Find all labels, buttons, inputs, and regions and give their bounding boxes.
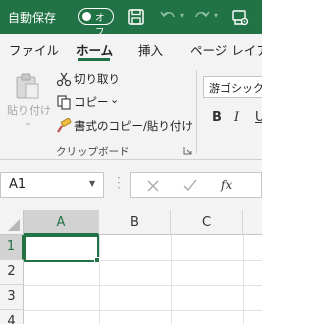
column-header-c[interactable]: C bbox=[171, 210, 243, 235]
row-header-1[interactable]: 1 bbox=[0, 235, 24, 260]
enter-check-icon[interactable] bbox=[183, 179, 197, 192]
name-box[interactable]: A1 ▼ bbox=[0, 172, 104, 198]
active-tab-indicator bbox=[78, 58, 110, 61]
paste-dropdown-icon[interactable]: ⌄ bbox=[24, 118, 32, 128]
name-box-dropdown-icon[interactable]: ▼ bbox=[89, 179, 95, 188]
fill-handle[interactable] bbox=[94, 257, 100, 263]
format-painter-button[interactable]: 書式のコピー/貼り付け bbox=[74, 118, 193, 134]
cancel-icon[interactable] bbox=[147, 180, 159, 192]
group-separator bbox=[196, 70, 197, 154]
tab-page-layout[interactable]: ページ レイアウ bbox=[190, 40, 262, 59]
row-header-3[interactable]: 3 bbox=[0, 285, 24, 310]
redo-icon[interactable] bbox=[192, 7, 212, 27]
ribbon-tabs: ファイル ホーム 挿入 ページ レイアウ bbox=[0, 34, 262, 64]
title-bar: 自動保存 オフ ▾ ▾ bbox=[0, 0, 262, 38]
formula-input[interactable]: fx bbox=[130, 172, 262, 198]
autosave-label: 自動保存 bbox=[8, 11, 57, 25]
select-all-corner[interactable] bbox=[0, 210, 24, 235]
font-name-select[interactable]: 游ゴシック bbox=[203, 76, 262, 98]
active-cell-a1[interactable] bbox=[24, 235, 99, 262]
gridline bbox=[24, 285, 262, 286]
row-header-2[interactable]: 2 bbox=[0, 260, 24, 285]
tab-file[interactable]: ファイル bbox=[9, 40, 59, 59]
bold-button[interactable]: B bbox=[212, 110, 222, 125]
row-header-4[interactable]: 4 bbox=[0, 310, 24, 324]
name-box-value: A1 bbox=[9, 177, 27, 192]
cut-icon[interactable] bbox=[56, 71, 72, 87]
cut-button[interactable]: 切り取り bbox=[74, 71, 120, 87]
copy-icon[interactable] bbox=[56, 94, 72, 110]
gridline bbox=[24, 310, 262, 311]
underline-button[interactable]: U bbox=[255, 110, 262, 125]
ribbon-home: 貼り付け ⌄ 切り取り コピー ⌄ 書式のコピー/貼り付け クリップボード 游ゴ… bbox=[0, 64, 262, 160]
paste-button[interactable]: 貼り付け bbox=[7, 102, 51, 118]
save-icon[interactable] bbox=[126, 7, 146, 27]
formula-bar-resize-handle[interactable]: · · · bbox=[117, 172, 121, 194]
select-all-icon bbox=[8, 219, 20, 231]
toggle-knob bbox=[82, 11, 91, 21]
format-painter-icon[interactable] bbox=[56, 118, 72, 134]
copy-dropdown-icon[interactable]: ⌄ bbox=[110, 93, 119, 106]
tab-home[interactable]: ホーム bbox=[76, 40, 113, 59]
autosave-toggle[interactable]: オフ bbox=[78, 8, 114, 38]
italic-button[interactable]: I bbox=[234, 110, 239, 125]
insert-function-button[interactable]: fx bbox=[221, 178, 232, 192]
paste-icon[interactable] bbox=[14, 72, 42, 100]
clipboard-dialog-launcher-icon[interactable] bbox=[183, 146, 192, 155]
excel-window: 自動保存 オフ ▾ ▾ ファイル ホーム 挿入 ページ レイ 貼り付け ⌄ 切り… bbox=[0, 0, 262, 324]
column-header-a[interactable]: A bbox=[24, 210, 99, 235]
undo-icon[interactable] bbox=[158, 7, 178, 27]
copy-button[interactable]: コピー bbox=[74, 94, 109, 110]
clipboard-group-label: クリップボード bbox=[56, 146, 130, 158]
column-header-b[interactable]: B bbox=[99, 210, 171, 235]
formula-bar: A1 ▼ · · · fx bbox=[0, 160, 262, 210]
tab-insert[interactable]: 挿入 bbox=[138, 40, 163, 59]
spreadsheet-grid: A B C 1 2 3 4 bbox=[0, 210, 262, 324]
customize-toolbar-icon[interactable] bbox=[230, 7, 250, 27]
